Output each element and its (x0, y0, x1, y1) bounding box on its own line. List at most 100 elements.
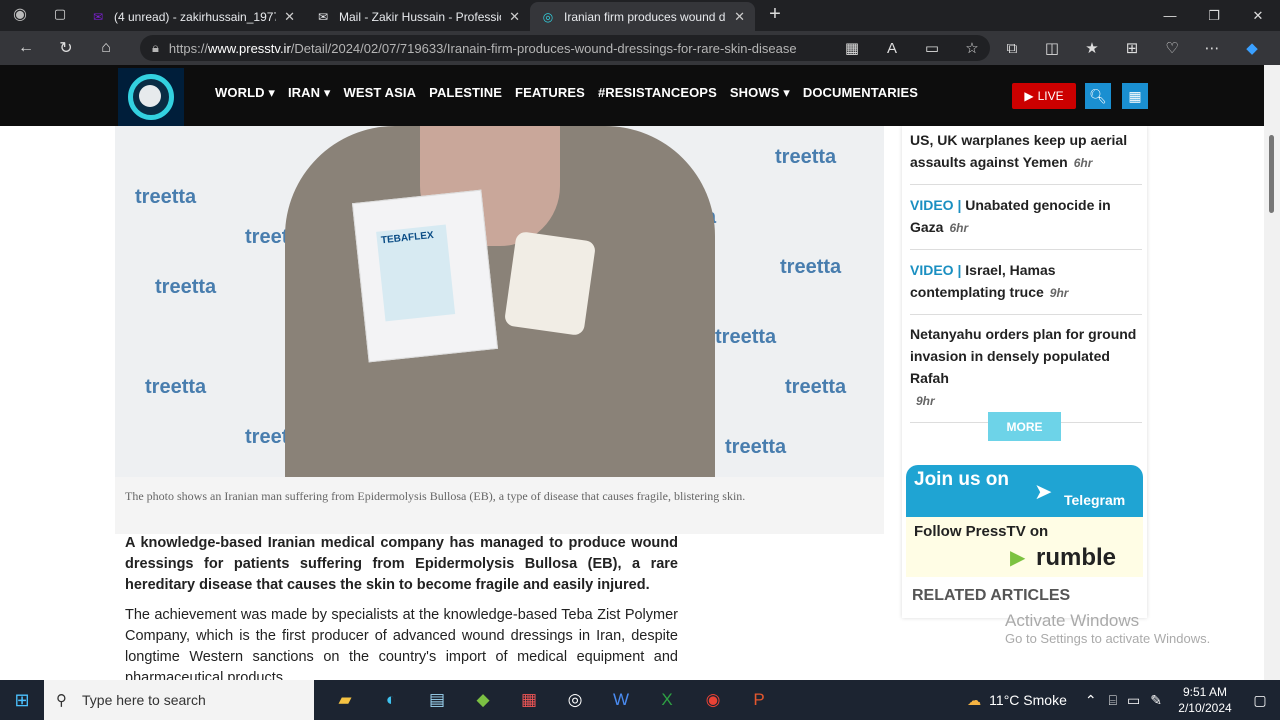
scrollbar-thumb[interactable] (1269, 135, 1274, 213)
tab-title: (4 unread) - zakirhussain_1977@ (114, 9, 277, 24)
search-icon[interactable]: 🔍︎ (1085, 83, 1111, 109)
home-icon[interactable]: ⌂ (86, 31, 126, 65)
news-item[interactable]: VIDEO | Unabated genocide in Gaza 6hr (910, 194, 1142, 250)
nav-palestine[interactable]: PALESTINE (429, 85, 502, 101)
notifications-icon[interactable]: ▢ (1240, 692, 1280, 709)
obs-icon[interactable]: ◎ (552, 680, 598, 720)
excel-icon[interactable]: X (644, 680, 690, 720)
edge-icon[interactable]: ◐ (368, 680, 414, 720)
tab-actions-icon[interactable]: ▢ (40, 0, 80, 31)
collections-icon[interactable]: ⊞ (1112, 39, 1152, 57)
profile-avatar-icon[interactable]: ◉ (0, 0, 40, 31)
restore-icon[interactable]: ❐ (1192, 0, 1236, 31)
more-button[interactable]: MORE (988, 412, 1061, 441)
photo-watermark: treetta (725, 436, 787, 458)
taskbar-search[interactable]: ⚲ Type here to search (44, 680, 314, 720)
news-item[interactable]: US, UK warplanes keep up aerial assaults… (910, 129, 1142, 185)
telegram-banner[interactable]: Join us on ➤ Telegram (906, 465, 1143, 517)
presstv-logo[interactable] (118, 68, 184, 126)
web-page: WORLD ▾ IRAN ▾ WEST ASIA PALESTINE FEATU… (0, 65, 1280, 680)
nav-resistanceops[interactable]: #RESISTANCEOPS (598, 85, 717, 101)
news-title[interactable]: US, UK warplanes keep up aerial assaults… (910, 132, 1127, 170)
weather-icon[interactable]: ☁ (967, 692, 981, 709)
chrome-icon[interactable]: ◉ (690, 680, 736, 720)
window-controls: — ❐ ✕ (1148, 0, 1280, 31)
news-title[interactable]: Netanyahu orders plan for ground invasio… (910, 326, 1136, 386)
watermark-line1: Activate Windows (1005, 611, 1140, 630)
photo-caption: The photo shows an Iranian man suffering… (115, 477, 884, 534)
reload-icon[interactable]: ↻ (46, 31, 86, 65)
favorite-star-icon[interactable]: ☆ (952, 39, 992, 57)
windows-taskbar: ⊞ ⚲ Type here to search ▰ ◐ ▤ ◆ ▦ ◎ W X … (0, 680, 1280, 720)
page-scrollbar[interactable] (1264, 65, 1280, 680)
mail-icon: ✉ (317, 9, 329, 24)
favorites-icon[interactable]: ★ (1072, 39, 1112, 57)
read-aloud-icon[interactable]: A (872, 40, 912, 57)
copilot-icon[interactable]: ◆ (1232, 39, 1272, 57)
photo-watermark: treetta (145, 376, 207, 398)
windows-start-icon[interactable]: ⊞ (0, 680, 44, 720)
word-icon[interactable]: W (598, 680, 644, 720)
article-paragraph: The achievement was made by specialists … (125, 607, 678, 680)
battery-icon[interactable]: ▭ (1127, 692, 1140, 709)
nav-features[interactable]: FEATURES (515, 85, 585, 101)
calendar-icon[interactable]: ▦ (1122, 83, 1148, 109)
nav-west-asia[interactable]: WEST ASIA (343, 85, 416, 101)
wound-dressing-pad (503, 230, 597, 337)
nav-documentaries[interactable]: DOCUMENTARIES (803, 85, 918, 101)
clock[interactable]: 9:51 AM 2/10/2024 (1170, 684, 1240, 716)
package-label: TEBAFLEX (376, 224, 456, 322)
related-articles-heading: RELATED ARTICLES (912, 587, 1071, 604)
article-photo: treetta treetta treetta treetta treetta … (115, 126, 884, 477)
nav-world[interactable]: WORLD ▾ (215, 85, 275, 101)
app-icon[interactable]: ◆ (460, 680, 506, 720)
news-age: 6hr (1073, 156, 1093, 170)
powerpoint-icon[interactable]: P (736, 680, 782, 720)
main-navigation: WORLD ▾ IRAN ▾ WEST ASIA PALESTINE FEATU… (215, 85, 918, 101)
photo-watermark: treetta (135, 186, 197, 208)
rumble-play-icon: ▶ (1010, 547, 1026, 569)
extensions-icon[interactable]: ⧉ (992, 40, 1032, 57)
news-item[interactable]: Netanyahu orders plan for ground invasio… (910, 323, 1142, 423)
more-options-icon[interactable]: ⋯ (1192, 39, 1232, 57)
browser-essentials-icon[interactable]: ♡ (1152, 39, 1192, 57)
rumble-banner[interactable]: Follow PressTV on ▶ rumble (906, 517, 1143, 577)
close-tab-icon[interactable]: ✕ (509, 9, 520, 25)
news-item[interactable]: VIDEO | Israel, Hamas contemplating truc… (910, 259, 1142, 315)
photo-watermark: treetta (780, 256, 842, 278)
news-age: 9hr (916, 394, 935, 408)
new-tab-icon[interactable]: + (755, 0, 795, 31)
nav-shows[interactable]: SHOWS ▾ (730, 85, 790, 101)
app-available-icon[interactable]: ▦ (832, 39, 872, 57)
file-explorer-icon[interactable]: ▰ (322, 680, 368, 720)
site-header: WORLD ▾ IRAN ▾ WEST ASIA PALESTINE FEATU… (0, 65, 1264, 126)
tab-presstv-article[interactable]: ◎ Iranian firm produces wound dre ✕ (530, 2, 755, 31)
taskbar-apps: ▰ ◐ ▤ ◆ ▦ ◎ W X ◉ P (322, 680, 782, 720)
telegram-plane-icon: ➤ (1034, 479, 1053, 504)
tab-outlook-mail[interactable]: ✉ Mail - Zakir Hussain - Profession ✕ (305, 2, 530, 31)
close-tab-icon[interactable]: ✕ (284, 9, 295, 25)
close-window-icon[interactable]: ✕ (1236, 0, 1280, 31)
watermark-line2: Go to Settings to activate Windows. (1005, 631, 1211, 646)
notepad-icon[interactable]: ▤ (414, 680, 460, 720)
live-button[interactable]: ▶ LIVE (1012, 83, 1076, 109)
close-tab-icon[interactable]: ✕ (734, 9, 745, 25)
minimize-icon[interactable]: — (1148, 0, 1192, 31)
app-icon[interactable]: ▦ (506, 680, 552, 720)
nav-iran[interactable]: IRAN ▾ (288, 85, 331, 101)
pen-icon[interactable]: ✎ (1150, 692, 1162, 709)
split-screen-icon[interactable]: ◫ (1032, 39, 1072, 57)
tab-yahoo-mail[interactable]: ✉ (4 unread) - zakirhussain_1977@ ✕ (80, 2, 305, 31)
url-text: https://www.presstv.ir/Detail/2024/02/07… (168, 40, 797, 56)
lock-icon[interactable]: 🔒︎ (152, 40, 159, 56)
immersive-reader-icon[interactable]: ▭ (912, 39, 952, 57)
system-tray: ☁ 11°C Smoke ⌃ ⌸ ▭ ✎ 9:51 AM 2/10/2024 ▢ (967, 680, 1280, 720)
network-icon[interactable]: ⌸ (1109, 692, 1117, 709)
telegram-line1: Join us on (914, 469, 1009, 490)
weather-text[interactable]: 11°C Smoke (989, 692, 1067, 708)
chevron-up-icon[interactable]: ⌃ (1085, 692, 1097, 709)
photo-watermark: treetta (785, 376, 847, 398)
back-icon[interactable]: ← (6, 31, 46, 65)
dressing-package: TEBAFLEX (351, 189, 499, 363)
article-lead: A knowledge-based Iranian medical compan… (125, 535, 678, 593)
